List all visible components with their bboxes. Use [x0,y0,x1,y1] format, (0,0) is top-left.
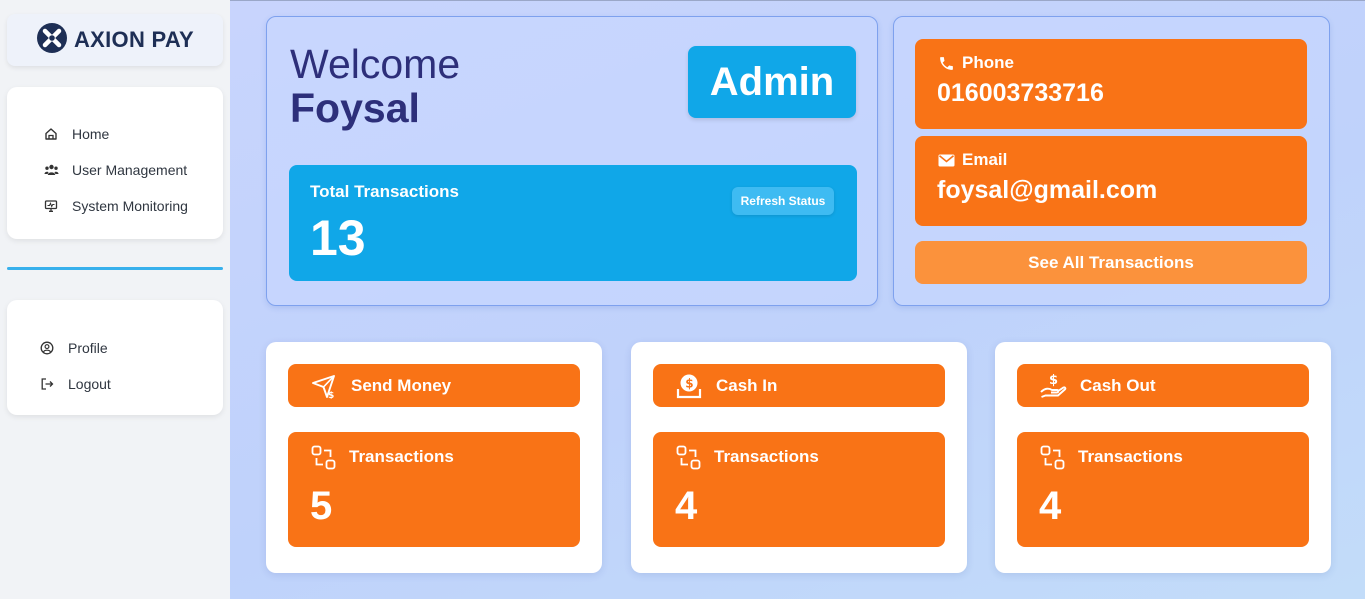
email-label: Email [962,150,1008,169]
transactions-label: Transactions [1078,447,1183,466]
brand-logo[interactable]: AXION PAY [7,14,223,66]
sidebar-item-user-management[interactable]: User Management [7,152,223,188]
email-card: Email foysal@gmail.com [915,136,1307,226]
welcome-user-name: Foysal [290,85,420,131]
send-money-transactions: Transactions 5 [288,432,580,547]
cash-out-transactions: Transactions 4 [1017,432,1309,547]
cash-out-card: $ Cash Out Transactions 4 [995,342,1331,573]
sidebar-item-label: User Management [72,162,188,178]
send-money-icon: $ [310,372,338,400]
brand-name: AXION PAY [73,27,195,52]
send-money-title: Send Money [351,375,452,395]
sidebar-item-logout[interactable]: Logout [7,366,223,402]
sidebar-item-label: System Monitoring [72,198,188,214]
cash-in-count: 4 [675,484,698,528]
total-transactions-label: Total Transactions [310,182,459,201]
account-nav: Profile Logout [7,300,223,415]
monitor-icon [43,198,59,214]
user-circle-icon [39,340,55,356]
sidebar-item-profile[interactable]: Profile [7,330,223,366]
cash-in-icon: $ [675,372,703,400]
cash-out-title: Cash Out [1080,375,1156,395]
total-transactions-card: Total Transactions 13 Refresh Status [289,165,857,281]
sidebar-item-home[interactable]: Home [7,116,223,152]
email-value: foysal@gmail.com [937,176,1158,204]
svg-text:$: $ [1049,373,1058,388]
welcome-greeting: Welcome [290,41,461,87]
phone-value: 016003733716 [937,79,1104,107]
send-money-count: 5 [310,484,333,528]
phone-label: Phone [962,53,1014,72]
sidebar-item-label: Home [72,126,110,142]
total-transactions-value: 13 [310,210,366,266]
see-all-transactions-button[interactable]: See All Transactions [915,241,1307,284]
cash-in-transactions: Transactions 4 [653,432,945,547]
cash-out-count: 4 [1039,484,1062,528]
transactions-label: Transactions [714,447,819,466]
sidebar-item-label: Profile [68,340,108,356]
sidebar-divider [7,267,223,270]
transactions-label-row: Transactions [310,444,454,470]
transactions-icon [1039,444,1065,470]
main-nav: Home User Management System Monitoring [7,87,223,239]
mail-icon [937,151,955,169]
svg-text:$: $ [685,376,693,390]
transactions-icon [675,444,701,470]
send-money-button[interactable]: $ Send Money [288,364,580,407]
role-badge: Admin [688,46,856,118]
logout-icon [39,376,55,392]
cash-in-card: $ Cash In Transactions 4 [631,342,967,573]
phone-label-row: Phone [937,53,1014,73]
sidebar: AXION PAY Home User Management System Mo… [0,0,230,599]
dashboard-main: Welcome Foysal Admin Total Transactions … [230,0,1365,599]
transactions-label: Transactions [349,447,454,466]
transactions-label-row: Transactions [675,444,819,470]
welcome-panel: Welcome Foysal Admin Total Transactions … [266,16,878,306]
cash-in-button[interactable]: $ Cash In [653,364,945,407]
welcome-heading: Welcome Foysal [290,43,460,131]
users-icon [43,162,59,178]
sidebar-item-label: Logout [68,376,111,392]
transactions-label-row: Transactions [1039,444,1183,470]
cash-in-title: Cash In [716,375,778,395]
contact-panel: Phone 016003733716 Email foysal@gmail.co… [893,16,1330,306]
cash-out-icon: $ [1039,372,1067,400]
phone-icon [937,54,955,72]
sidebar-item-system-monitoring[interactable]: System Monitoring [7,188,223,224]
cash-out-button[interactable]: $ Cash Out [1017,364,1309,407]
brand-logo-icon [36,22,68,59]
phone-card: Phone 016003733716 [915,39,1307,129]
refresh-status-button[interactable]: Refresh Status [732,187,834,215]
send-money-card: $ Send Money Transactions 5 [266,342,602,573]
email-label-row: Email [937,150,1007,170]
transactions-icon [310,444,336,470]
svg-text:$: $ [328,391,334,399]
home-icon [43,126,59,142]
